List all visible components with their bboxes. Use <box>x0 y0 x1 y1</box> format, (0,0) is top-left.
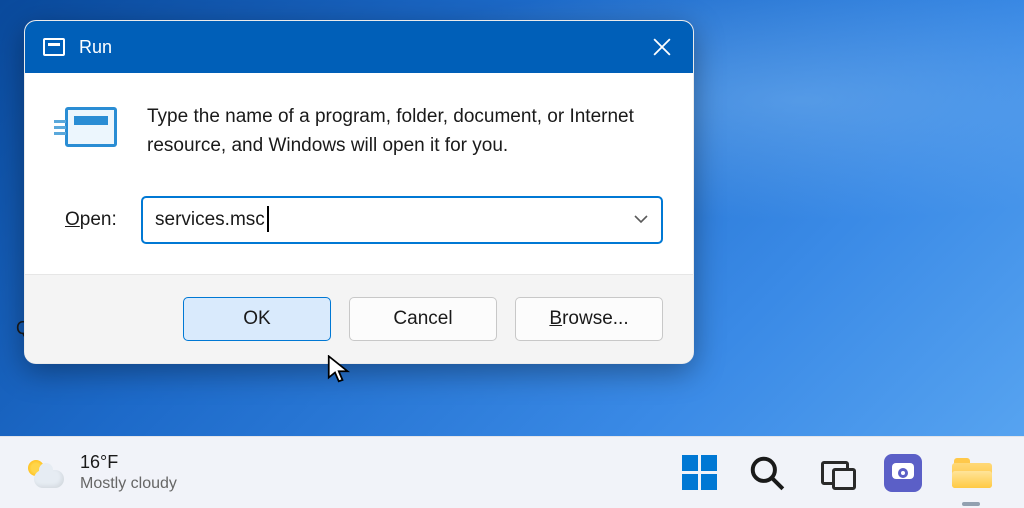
run-icon <box>65 107 117 147</box>
search-icon <box>748 454 786 492</box>
file-explorer-button[interactable] <box>952 454 990 492</box>
chat-button[interactable] <box>884 454 922 492</box>
ok-button[interactable]: OK <box>183 297 331 341</box>
taskbar: 16°F Mostly cloudy <box>0 436 1024 508</box>
dialog-description: Type the name of a program, folder, docu… <box>147 103 663 160</box>
search-button[interactable] <box>748 454 786 492</box>
close-button[interactable] <box>631 21 693 73</box>
cancel-button[interactable]: Cancel <box>349 297 497 341</box>
weather-condition: Mostly cloudy <box>80 474 177 493</box>
close-icon <box>653 38 671 56</box>
dialog-body: Type the name of a program, folder, docu… <box>25 73 693 274</box>
run-title-icon <box>43 38 65 56</box>
open-label: Open: <box>65 209 123 231</box>
titlebar[interactable]: Run <box>25 21 693 73</box>
text-caret <box>267 206 269 232</box>
weather-temperature: 16°F <box>80 452 177 474</box>
weather-icon <box>26 458 64 488</box>
open-input[interactable] <box>141 196 663 244</box>
active-indicator <box>962 502 980 506</box>
run-dialog: Run Type the name of a program, folder, … <box>24 20 694 364</box>
taskview-icon <box>821 461 849 485</box>
weather-widget[interactable]: 16°F Mostly cloudy <box>26 452 177 493</box>
taskview-button[interactable] <box>816 454 854 492</box>
start-button[interactable] <box>680 454 718 492</box>
dialog-title: Run <box>79 37 112 58</box>
open-combobox[interactable] <box>141 196 663 244</box>
browse-button[interactable]: Browse... <box>515 297 663 341</box>
windows-logo-icon <box>682 455 717 490</box>
button-row: OK Cancel Browse... <box>25 274 693 363</box>
chat-icon <box>884 454 922 492</box>
folder-icon <box>952 458 990 488</box>
